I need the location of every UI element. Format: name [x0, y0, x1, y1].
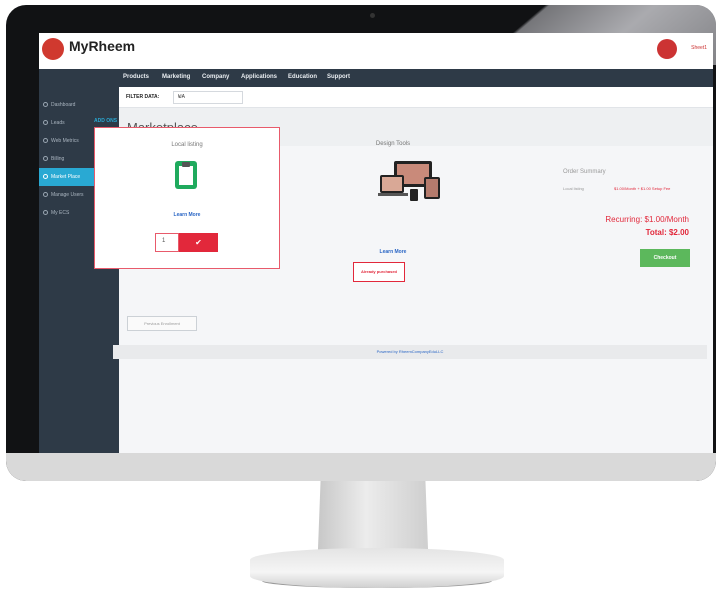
user-avatar[interactable] — [657, 39, 677, 59]
nav-company[interactable]: Company — [202, 74, 229, 80]
app-name: MyRheem — [69, 38, 136, 54]
bullet-icon — [43, 192, 48, 197]
camera-dot — [370, 13, 375, 18]
bullet-icon — [43, 102, 48, 107]
devices-icon — [378, 161, 440, 201]
bullet-icon — [43, 174, 48, 179]
bullet-icon — [43, 210, 48, 215]
sidebar-item-label: My ECS — [51, 210, 70, 216]
filter-bar: FILTER DATA: UA ▾ — [119, 87, 713, 108]
learn-more-link[interactable]: Learn More — [95, 212, 279, 218]
order-summary-title: Order Summary — [563, 169, 606, 175]
sidebar-item-dashboard[interactable]: Dashboard — [39, 96, 119, 114]
bullet-icon — [43, 120, 48, 125]
clipboard-clip — [182, 162, 190, 167]
sidebar-item-label: Manage Users — [51, 192, 84, 198]
nav-applications[interactable]: Applications — [241, 74, 277, 80]
order-summary-price: $1.00/Month + $1.00 Setup Fee — [614, 186, 671, 191]
nav-support[interactable]: Support — [327, 74, 350, 80]
product-card-local-listing[interactable]: Local listing Learn More 1 ✔ — [94, 127, 280, 269]
sidebar-item-label: Dashboard — [51, 102, 76, 108]
recurring-amount: Recurring: $1.00/Month — [605, 215, 689, 224]
footer: Powered by RheemCompanyEduLLC — [113, 345, 707, 359]
sidebar-item-label: Web Metrics — [51, 138, 79, 144]
nav-marketing[interactable]: Marketing — [162, 74, 190, 80]
order-summary-item: Local listing — [563, 186, 584, 191]
sidebar-item-label: Market Place — [51, 174, 81, 180]
sidebar-item-label: Leads — [51, 120, 65, 126]
card-title: Local listing — [171, 142, 203, 148]
section-tag: ADD ONS — [94, 118, 118, 124]
top-bar: MyRheem Sheet1 — [39, 33, 713, 69]
learn-more-link[interactable]: Learn More — [318, 249, 468, 255]
clipboard-paper — [179, 166, 193, 185]
nav-products[interactable]: Products — [123, 74, 149, 80]
product-card-design-tools[interactable]: Design Tools Learn More Already purchase… — [318, 127, 468, 282]
sidebar-item-label: Billing — [51, 156, 65, 162]
total-amount: Total: $2.00 — [645, 228, 689, 237]
monitor-stand-base — [250, 548, 504, 588]
already-purchased-badge: Already purchased — [353, 262, 405, 282]
filter-select[interactable]: UA ▾ — [173, 91, 243, 104]
filter-label: FILTER DATA: — [126, 94, 160, 100]
footer-text[interactable]: Powered by RheemCompanyEduLLC — [113, 349, 707, 354]
bullet-icon — [43, 138, 48, 143]
card-title: Design Tools — [375, 141, 411, 147]
quantity-input[interactable]: 1 — [155, 233, 179, 252]
previous-enrollment-button[interactable]: Previous Enrollment — [127, 316, 197, 331]
chevron-down-icon: ▾ — [178, 94, 181, 100]
monitor-chin — [6, 453, 716, 481]
quantity-value: 1 — [162, 238, 166, 244]
monitor-stand-neck — [317, 481, 429, 554]
user-menu-link[interactable]: Sheet1 — [691, 45, 707, 51]
add-to-cart-button[interactable]: ✔ — [179, 233, 218, 252]
main-nav: Products Marketing Company Applications … — [39, 69, 713, 87]
nav-education[interactable]: Education — [288, 74, 317, 80]
rheem-logo-icon[interactable] — [42, 38, 64, 60]
clipboard-icon — [175, 161, 197, 189]
checkout-button[interactable]: Checkout — [640, 249, 690, 267]
bullet-icon — [43, 156, 48, 161]
